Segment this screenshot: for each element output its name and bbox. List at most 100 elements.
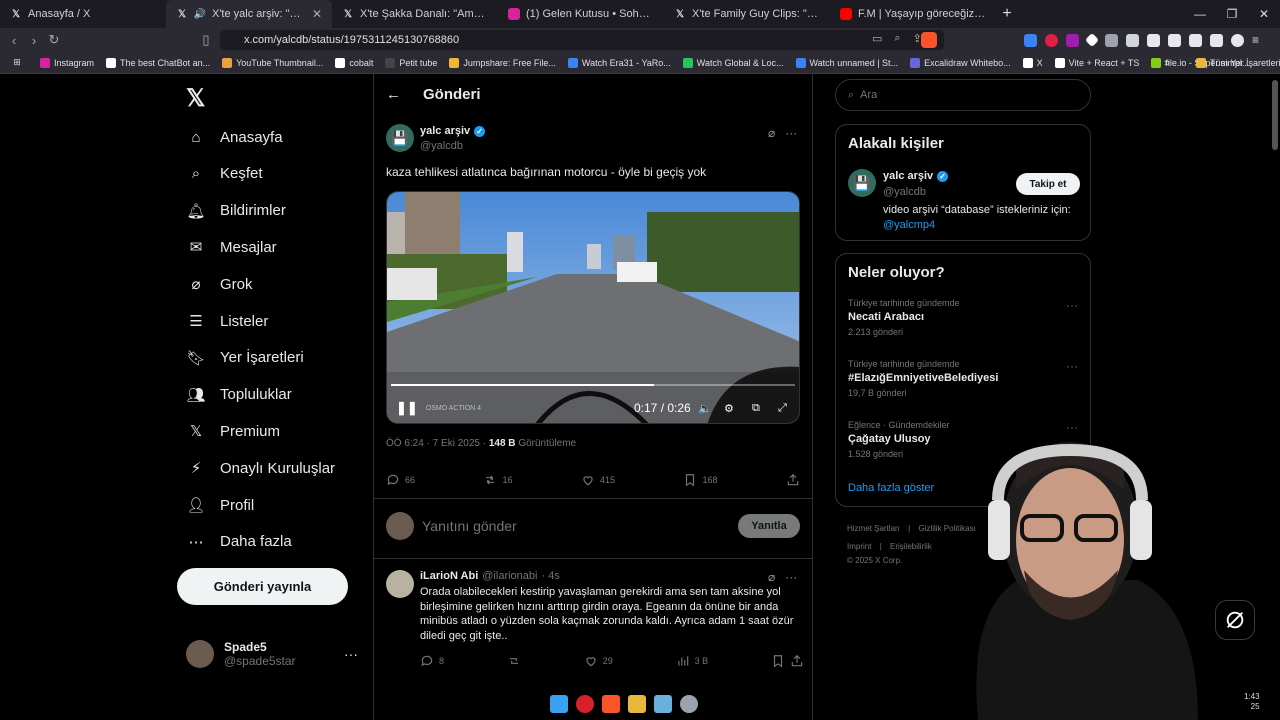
bookmark-item[interactable]: Watch Global & Loc... (677, 57, 790, 68)
screen-icon[interactable]: ▭ (872, 32, 882, 45)
repost-action[interactable] (507, 654, 521, 668)
related-handle[interactable]: @yalcdb (883, 186, 926, 198)
sidebar-item-bell[interactable]: 🔔︎ Bildirimler (186, 201, 285, 221)
more-dots-icon[interactable]: ··· (1066, 298, 1078, 312)
extension-icon[interactable] (1126, 33, 1139, 47)
brave-icon[interactable] (602, 695, 620, 713)
bookmark-item[interactable]: cobalt (329, 57, 379, 68)
zoom-icon[interactable]: ⌕ (894, 32, 900, 45)
repost-action[interactable]: 16 (483, 473, 513, 487)
minimize-icon[interactable]: — (1184, 0, 1216, 28)
apps-icon[interactable]: ⊞ (0, 57, 34, 68)
reply-author-handle[interactable]: @ilarionabi (482, 570, 537, 582)
extension-icon[interactable] (1084, 32, 1100, 48)
fullscreen-icon[interactable]: ⤢ (778, 402, 787, 415)
all-bookmarks-folder[interactable]: Tüm Yer İşaretleri (1190, 57, 1280, 68)
address-bar[interactable]: x.com/yalcdb/status/1975311245130768860 (220, 30, 944, 50)
vpn-icon[interactable] (1231, 33, 1244, 47)
tweet-author-name[interactable]: yalc arşiv ✓ (420, 125, 486, 137)
menu-icon[interactable]: ≡ (1252, 33, 1259, 47)
new-tab-button[interactable]: + (996, 5, 1018, 23)
close-tab-icon[interactable]: ✕ (312, 7, 322, 21)
x-logo-icon[interactable]: 𝕏 (186, 84, 205, 113)
share-action[interactable] (786, 473, 800, 487)
more-dots-icon[interactable]: ··· (344, 646, 358, 662)
trend-item[interactable]: Türkiye tarihinde gündemde Necati Arabacı… (848, 298, 1078, 337)
file-explorer-icon[interactable] (628, 695, 646, 713)
like-action[interactable]: 29 (584, 654, 613, 668)
extension-icon[interactable] (1105, 33, 1118, 47)
pause-icon[interactable]: ❚❚ (396, 400, 418, 416)
bookmark-page-icon[interactable]: ▯ (196, 32, 216, 48)
bookmark-item[interactable]: Vite + React + TS (1049, 57, 1146, 68)
sidebar-item-list[interactable]: ☰ Listeler (186, 311, 268, 331)
reply-action[interactable]: 8 (420, 654, 444, 668)
music-icon[interactable] (1210, 33, 1223, 47)
back-arrow-icon[interactable]: ← (386, 86, 401, 103)
sidebar-item-lightning[interactable]: ⚡︎ Onaylı Kuruluşlar (186, 458, 335, 478)
sidebar-item-x-premium[interactable]: 𝕏 Premium (186, 421, 280, 441)
bookmarks-overflow-button[interactable]: » (1164, 57, 1170, 69)
bookmark-item[interactable]: The best ChatBot an... (100, 57, 216, 68)
grok-floating-button[interactable] (1215, 600, 1255, 640)
obs-icon[interactable] (680, 695, 698, 713)
sidebar-item-mail[interactable]: ✉ Mesajlar (186, 237, 277, 257)
sidebar-icon[interactable] (1168, 33, 1181, 47)
extension-icon[interactable] (1066, 33, 1079, 47)
scrollbar[interactable] (1272, 80, 1278, 150)
extension-icon[interactable] (1045, 33, 1058, 47)
reload-icon[interactable]: ↻ (44, 32, 64, 48)
browser-tab[interactable]: (1) Gelen Kutusu • Sohbetler (498, 0, 664, 28)
extension-icon[interactable] (1024, 33, 1037, 47)
avatar[interactable] (386, 570, 414, 598)
trend-item[interactable]: Türkiye tarihinde gündemde #ElazığEmniyet… (848, 359, 1078, 398)
video-progress-bar[interactable] (391, 384, 795, 386)
tweet-author-handle[interactable]: @yalcdb (420, 140, 463, 152)
grok-icon[interactable]: ⌀ (768, 126, 775, 140)
opera-icon[interactable] (576, 695, 594, 713)
sidebar-item-profile[interactable]: 👤︎ Profil (186, 495, 254, 515)
views-action[interactable]: 3 B (676, 654, 708, 668)
bookmark-item[interactable]: Instagram (34, 57, 100, 68)
forward-icon[interactable]: › (24, 33, 44, 48)
related-bio-link[interactable]: @yalcmp4 (883, 219, 935, 231)
search-input[interactable]: ⌕ Ara (835, 79, 1091, 111)
bookmark-action[interactable]: 168 (683, 473, 718, 487)
account-switcher[interactable]: Spade5 @spade5star ··· (186, 640, 358, 668)
windows-start-icon[interactable] (550, 695, 568, 713)
more-dots-icon[interactable]: ··· (1066, 359, 1078, 373)
share-action[interactable] (790, 654, 804, 668)
bookmark-item[interactable]: Watch unnamed | St... (790, 57, 905, 68)
avatar[interactable]: 💾 (386, 124, 414, 152)
bookmark-item[interactable]: YouTube Thumbnail... (216, 57, 329, 68)
back-icon[interactable]: ‹ (4, 33, 24, 48)
maximize-icon[interactable]: ❐ (1216, 0, 1248, 28)
post-button[interactable]: Gönderi yayınla (177, 568, 348, 605)
more-dots-icon[interactable]: ··· (785, 126, 797, 140)
puzzle-icon[interactable] (1147, 33, 1160, 47)
browser-tab[interactable]: F.M | Yaşayıp göreceğiz - YouTube (830, 0, 996, 28)
close-window-icon[interactable]: ✕ (1248, 0, 1280, 28)
download-icon[interactable] (1189, 33, 1202, 47)
video-player[interactable] (386, 191, 800, 424)
browser-tab[interactable]: 𝕏 X'te Şakka Danalı: "Amerika'da doğsa (332, 0, 498, 28)
sidebar-item-bookmark[interactable]: 🔖︎ Yer İşaretleri (186, 348, 303, 368)
browser-tab[interactable]: 𝕏 X'te Family Guy Clips: "Not a good d (664, 0, 830, 28)
sidebar-item-community[interactable]: 👥︎ Topluluklar (186, 385, 291, 405)
picture-in-picture-icon[interactable]: ⧉ (752, 402, 760, 415)
sidebar-item-more-circle[interactable]: ⋯ Daha fazla (186, 532, 292, 552)
reply-time[interactable]: · 4s (541, 570, 559, 582)
reply-button[interactable]: Yanıtla (738, 514, 800, 538)
browser-tab-active[interactable]: 𝕏 🔊 X'te yalc arşiv: "kaza tehlikesi ✕ (166, 0, 332, 28)
reply-author-name[interactable]: iLarioN Abi (420, 570, 478, 582)
reply-action[interactable]: 66 (386, 473, 415, 487)
bookmark-item[interactable]: Excalidraw Whitebo... (904, 57, 1017, 68)
bookmark-item[interactable]: Jumpshare: Free File... (443, 57, 562, 68)
follow-button[interactable]: Takip et (1016, 173, 1080, 195)
sidebar-item-search[interactable]: ⌕ Keşfet (186, 164, 263, 184)
bookmark-item[interactable]: Watch Era31 - YaRo... (562, 57, 677, 68)
more-dots-icon[interactable]: ··· (785, 570, 797, 584)
sidebar-item-grok[interactable]: ⌀ Grok (186, 274, 252, 294)
settings-icon[interactable]: ⚙ (724, 402, 734, 415)
browser-tab[interactable]: 𝕏 Anasayfa / X (0, 0, 166, 28)
